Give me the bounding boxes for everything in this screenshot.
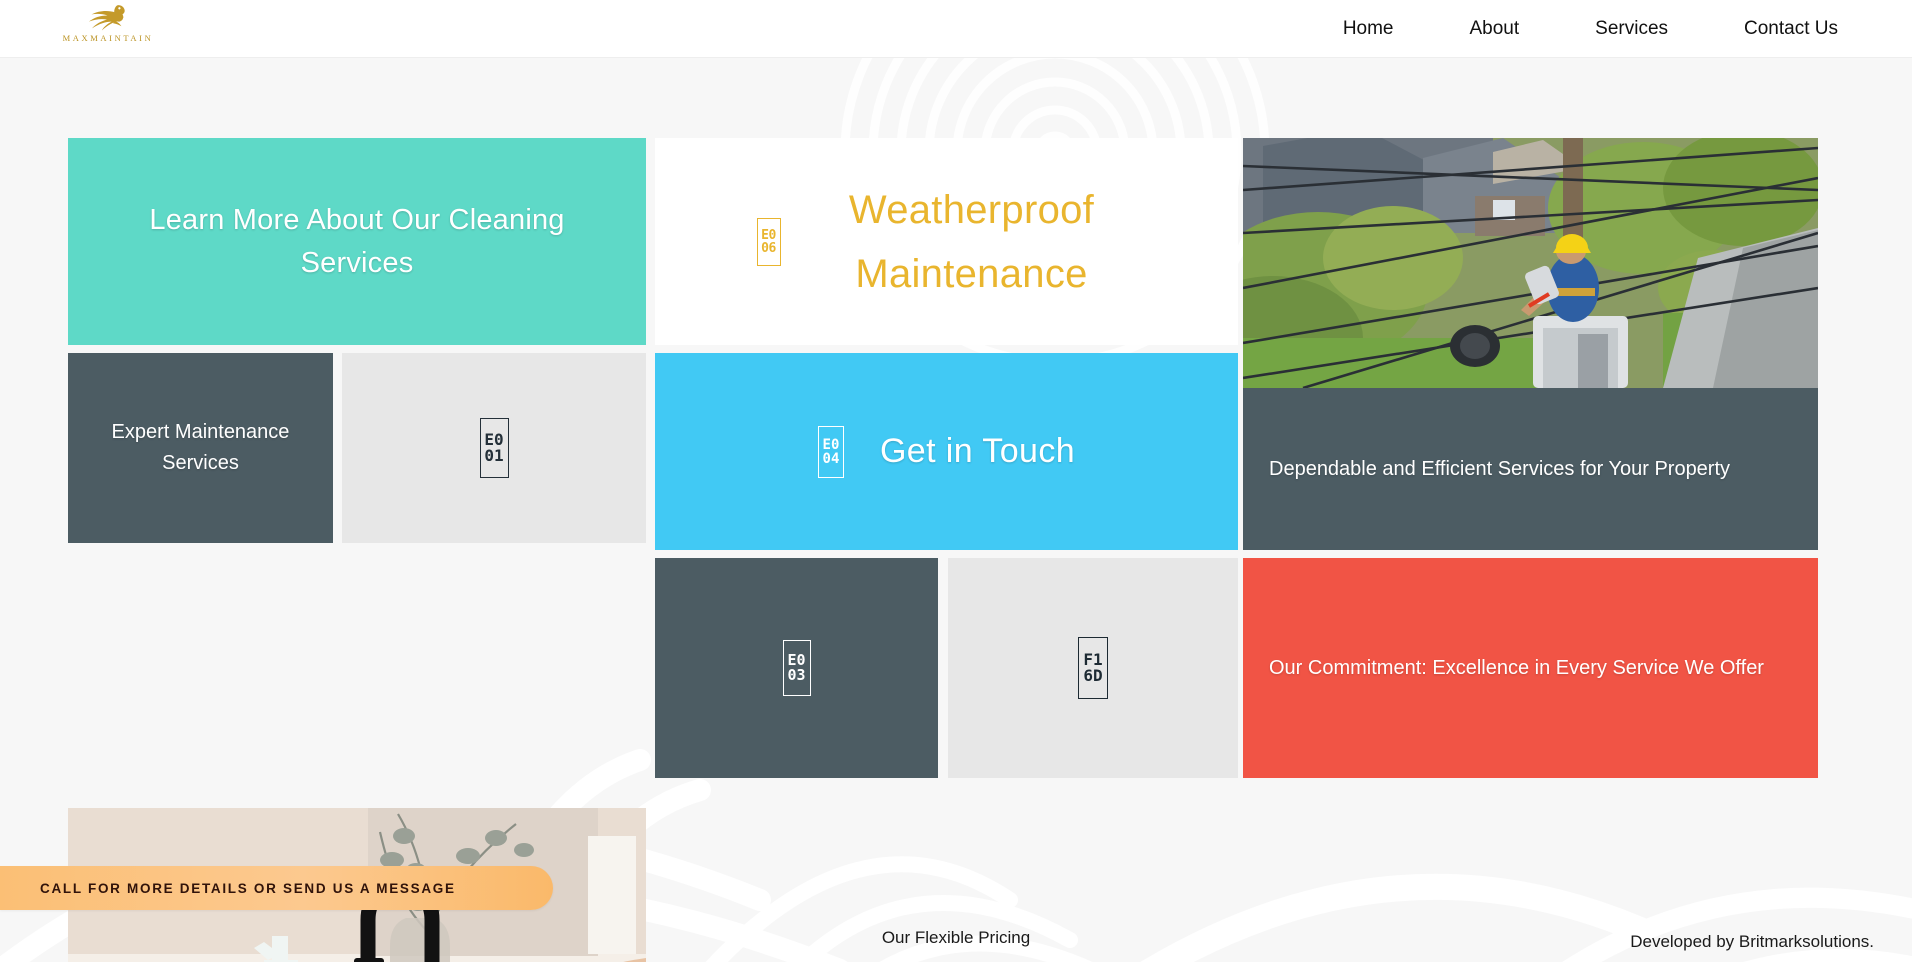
missing-glyph-e004-icon: E0 04 [817, 425, 844, 478]
missing-glyph-f16d-bottom: 6D [1083, 666, 1103, 685]
services-tile-grid: Learn More About Our Cleaning Services E… [68, 138, 1818, 962]
tile-our-commitment-label: Our Commitment: Excellence in Every Serv… [1269, 656, 1764, 679]
tile-learn-more-cleaning[interactable]: Learn More About Our Cleaning Services [68, 138, 646, 345]
missing-glyph-e001-icon: E0 01 [479, 418, 509, 478]
pegasus-winged-horse-icon [88, 5, 125, 31]
brand-logo[interactable]: MAXMAINTAIN [48, 2, 168, 43]
tile-gray-glyph-f16d[interactable]: F1 6D [948, 558, 1238, 778]
nav-item-home[interactable]: Home [1305, 0, 1432, 58]
footer-flexible-pricing-text: Our Flexible Pricing [881, 928, 1031, 947]
missing-glyph-e006-top: E0 [761, 227, 776, 243]
tile-learn-more-cleaning-label: Learn More About Our Cleaning Services [149, 204, 565, 279]
tile-expert-maintenance-label: Expert Maintenance Services [111, 421, 290, 474]
main-navigation: Home About Services Contact Us [1305, 0, 1876, 58]
tile-lineman-photo[interactable] [1243, 138, 1818, 388]
call-for-details-button[interactable]: CALL FOR MORE DETAILS OR SEND US A MESSA… [0, 866, 553, 910]
tile-expert-maintenance[interactable]: Expert Maintenance Services [68, 353, 333, 543]
missing-glyph-f16d-icon: F1 6D [1078, 637, 1108, 699]
missing-glyph-e004-bottom: 04 [822, 450, 840, 467]
nav-item-contact-us[interactable]: Contact Us [1706, 0, 1876, 58]
missing-glyph-e003-bottom: 03 [787, 666, 806, 684]
nav-item-services[interactable]: Services [1557, 0, 1706, 58]
missing-glyph-e004-top: E0 [822, 436, 840, 453]
tile-dependable-services-caption[interactable]: Dependable and Efficient Services for Yo… [1243, 388, 1818, 550]
tile-gray-glyph-e001[interactable]: E0 01 [342, 353, 646, 543]
tile-get-in-touch-label: Get in Touch [879, 432, 1076, 470]
tile-our-commitment[interactable]: Our Commitment: Excellence in Every Serv… [1243, 558, 1818, 778]
missing-glyph-e003-icon: E0 03 [782, 640, 811, 696]
lineman-photo-image [1243, 138, 1818, 388]
nav-item-about[interactable]: About [1432, 0, 1558, 58]
tile-get-in-touch[interactable]: E0 04 Get in Touch [655, 353, 1238, 550]
tile-dependable-services-label: Dependable and Efficient Services for Yo… [1269, 457, 1731, 480]
missing-glyph-e006-icon: E0 06 [756, 217, 781, 266]
tile-slate-glyph-e003[interactable]: E0 03 [655, 558, 938, 778]
tile-weatherproof-maintenance[interactable]: E0 06 Weatherproof Maintenance [655, 138, 1238, 345]
missing-glyph-e006-bottom: 06 [761, 240, 776, 256]
tile-weatherproof-maintenance-label: Weatherproof Maintenance [848, 187, 1095, 296]
missing-glyph-e001-bottom: 01 [484, 446, 504, 465]
site-header: MAXMAINTAIN Home About Services Contact … [0, 0, 1912, 58]
brand-wordmark: MAXMAINTAIN [62, 33, 154, 43]
footer-developer-credit: Developed by Britmarksolutions. [1630, 932, 1874, 951]
